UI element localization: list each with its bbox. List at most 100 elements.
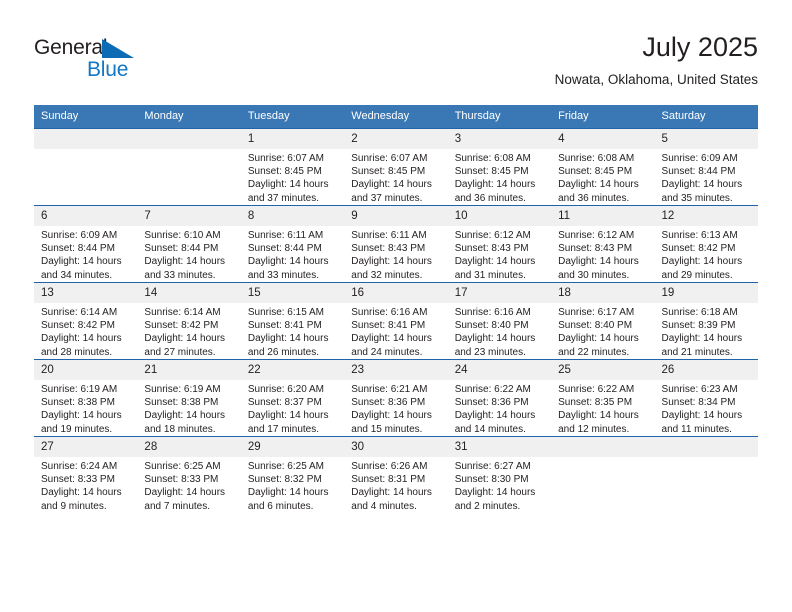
triangle-icon [102, 39, 134, 58]
daylight-text-line2: and 27 minutes. [144, 346, 216, 358]
daylight-text-line2: and 11 minutes. [661, 423, 732, 435]
sunset-text: Sunset: 8:45 PM [247, 166, 322, 178]
sunrise-text: Sunrise: 6:27 AM [454, 461, 531, 472]
sunrise-text: Sunrise: 6:26 AM [351, 461, 428, 472]
sunset-text: Sunset: 8:44 PM [144, 243, 219, 255]
daylight-text-line1: Daylight: 14 hours [558, 179, 639, 191]
sunset-text: Sunset: 8:42 PM [661, 243, 736, 255]
day-details: Sunrise: 6:11 AM Sunset: 8:43 PM Daylight:… [344, 226, 447, 282]
daylight-text-line2: and 2 minutes. [454, 500, 521, 512]
daylight-text-line2: and 21 minutes. [661, 346, 733, 358]
day-cell[interactable]: 2 Sunrise: 6:07 AM Sunset: 8:45 PM Daylight… [344, 128, 448, 206]
daylight-text-line1: Daylight: 14 hours [351, 410, 432, 422]
logo-text-general: General [34, 36, 108, 59]
page-header: General Blue July 2025 Nowata, Oklahoma,… [34, 30, 758, 98]
daylight-text-line2: and 32 minutes. [351, 269, 423, 281]
sunset-text: Sunset: 8:33 PM [144, 474, 219, 486]
day-cell[interactable]: 19 Sunrise: 6:18 AM Sunset: 8:39 PM Dayligh… [654, 282, 758, 360]
day-number: 8 [240, 206, 345, 226]
location-subtitle: Nowata, Oklahoma, United States [554, 72, 758, 87]
weekday-header-wednesday: Wednesday [344, 105, 448, 129]
sunrise-text: Sunrise: 6:19 AM [41, 384, 118, 395]
day-cell[interactable]: 27 Sunrise: 6:24 AM Sunset: 8:33 PM Dayligh… [34, 436, 138, 513]
day-details: Sunrise: 6:08 AM Sunset: 8:45 PM Daylight:… [448, 149, 551, 205]
daylight-text-line1: Daylight: 14 hours [247, 179, 329, 191]
day-cell[interactable]: 14 Sunrise: 6:14 AM Sunset: 8:42 PM Dayligh… [137, 282, 241, 360]
sunrise-text: Sunrise: 6:25 AM [144, 461, 221, 472]
day-cell[interactable]: 20 Sunrise: 6:19 AM Sunset: 8:38 PM Dayligh… [34, 359, 138, 437]
day-cell[interactable]: 3 Sunrise: 6:08 AM Sunset: 8:45 PM Daylight… [447, 128, 552, 206]
sunset-text: Sunset: 8:40 PM [454, 320, 529, 332]
daylight-text-line1: Daylight: 14 hours [661, 410, 743, 422]
sunset-text: Sunset: 8:38 PM [41, 397, 115, 409]
daylight-text-line1: Daylight: 14 hours [247, 487, 329, 499]
day-number: 18 [551, 283, 655, 303]
calendar-week-row: 20 Sunrise: 6:19 AM Sunset: 8:38 PM Dayligh… [34, 359, 758, 437]
day-cell[interactable]: 15 Sunrise: 6:15 AM Sunset: 8:41 PM Dayligh… [240, 282, 345, 360]
daylight-text-line2: and 23 minutes. [454, 346, 526, 358]
day-cell[interactable] [34, 128, 138, 206]
sunrise-text: Sunrise: 6:17 AM [558, 307, 635, 318]
day-details: Sunrise: 6:16 AM Sunset: 8:41 PM Daylight:… [344, 303, 447, 359]
day-cell[interactable]: 9 Sunrise: 6:11 AM Sunset: 8:43 PM Daylight… [344, 205, 448, 283]
daylight-text-line1: Daylight: 14 hours [41, 487, 122, 499]
day-number: 6 [34, 206, 138, 226]
day-cell[interactable]: 18 Sunrise: 6:17 AM Sunset: 8:40 PM Dayligh… [551, 282, 655, 360]
day-cell[interactable]: 1 Sunrise: 6:07 AM Sunset: 8:45 PM Daylight… [240, 128, 345, 206]
day-cell[interactable]: 26 Sunrise: 6:23 AM Sunset: 8:34 PM Dayligh… [654, 359, 758, 437]
day-cell[interactable]: 10 Sunrise: 6:12 AM Sunset: 8:43 PM Dayligh… [447, 205, 552, 283]
daylight-text-line1: Daylight: 14 hours [41, 256, 122, 268]
sunset-text: Sunset: 8:41 PM [351, 320, 426, 332]
day-details: Sunrise: 6:21 AM Sunset: 8:36 PM Daylight:… [344, 380, 447, 436]
day-number [34, 129, 138, 149]
daylight-text-line2: and 12 minutes. [558, 423, 630, 435]
calendar-week-row: 1 Sunrise: 6:07 AM Sunset: 8:45 PM Daylight… [34, 128, 758, 206]
day-cell[interactable]: 4 Sunrise: 6:08 AM Sunset: 8:45 PM Daylight… [551, 128, 655, 206]
logo[interactable]: General Blue [34, 36, 164, 84]
daylight-text-line2: and 31 minutes. [454, 269, 526, 281]
sunrise-text: Sunrise: 6:09 AM [41, 230, 118, 241]
day-number: 5 [654, 129, 758, 149]
day-cell[interactable]: 29 Sunrise: 6:25 AM Sunset: 8:32 PM Dayligh… [240, 436, 345, 513]
day-number: 17 [447, 283, 552, 303]
daylight-text-line1: Daylight: 14 hours [351, 256, 432, 268]
day-details: Sunrise: 6:07 AM Sunset: 8:45 PM Daylight:… [344, 149, 447, 205]
daylight-text-line2: and 33 minutes. [144, 269, 216, 281]
day-cell[interactable]: 31 Sunrise: 6:27 AM Sunset: 8:30 PM Dayligh… [447, 436, 552, 513]
day-cell[interactable] [654, 436, 758, 513]
sunrise-text: Sunrise: 6:24 AM [41, 461, 118, 472]
day-cell[interactable]: 23 Sunrise: 6:21 AM Sunset: 8:36 PM Dayligh… [344, 359, 448, 437]
day-cell[interactable]: 17 Sunrise: 6:16 AM Sunset: 8:40 PM Dayligh… [447, 282, 552, 360]
day-cell[interactable]: 13 Sunrise: 6:14 AM Sunset: 8:42 PM Dayligh… [34, 282, 138, 360]
sunrise-text: Sunrise: 6:20 AM [247, 384, 324, 395]
daylight-text-line2: and 24 minutes. [351, 346, 423, 358]
day-cell[interactable]: 22 Sunrise: 6:20 AM Sunset: 8:37 PM Dayligh… [240, 359, 345, 437]
day-cell[interactable] [137, 128, 241, 206]
day-cell[interactable] [551, 436, 655, 513]
sunset-text: Sunset: 8:45 PM [558, 166, 633, 178]
day-details: Sunrise: 6:15 AM Sunset: 8:41 PM Daylight:… [241, 303, 344, 359]
day-cell[interactable]: 21 Sunrise: 6:19 AM Sunset: 8:38 PM Dayligh… [137, 359, 241, 437]
sunset-text: Sunset: 8:32 PM [247, 474, 322, 486]
daylight-text-line2: and 37 minutes. [351, 192, 423, 204]
day-number: 16 [344, 283, 448, 303]
day-cell[interactable]: 28 Sunrise: 6:25 AM Sunset: 8:33 PM Dayligh… [137, 436, 241, 513]
day-cell[interactable]: 12 Sunrise: 6:13 AM Sunset: 8:42 PM Dayligh… [654, 205, 758, 283]
sunrise-text: Sunrise: 6:14 AM [41, 307, 118, 318]
daylight-text-line2: and 14 minutes. [454, 423, 526, 435]
day-cell[interactable]: 8 Sunrise: 6:11 AM Sunset: 8:44 PM Daylight… [240, 205, 345, 283]
day-details: Sunrise: 6:14 AM Sunset: 8:42 PM Daylight:… [137, 303, 240, 359]
day-cell[interactable]: 16 Sunrise: 6:16 AM Sunset: 8:41 PM Dayligh… [344, 282, 448, 360]
day-cell[interactable]: 11 Sunrise: 6:12 AM Sunset: 8:43 PM Dayligh… [551, 205, 655, 283]
calendar-page: General Blue July 2025 Nowata, Oklahoma,… [0, 0, 792, 612]
sunrise-text: Sunrise: 6:11 AM [247, 230, 324, 241]
day-cell[interactable]: 7 Sunrise: 6:10 AM Sunset: 8:44 PM Daylight… [137, 205, 241, 283]
day-cell[interactable]: 30 Sunrise: 6:26 AM Sunset: 8:31 PM Dayligh… [344, 436, 448, 513]
sunset-text: Sunset: 8:45 PM [351, 166, 426, 178]
day-cell[interactable]: 5 Sunrise: 6:09 AM Sunset: 8:44 PM Daylight… [654, 128, 758, 206]
daylight-text-line1: Daylight: 14 hours [558, 333, 639, 345]
day-cell[interactable]: 6 Sunrise: 6:09 AM Sunset: 8:44 PM Daylight… [34, 205, 138, 283]
day-cell[interactable]: 24 Sunrise: 6:22 AM Sunset: 8:36 PM Dayligh… [447, 359, 552, 437]
daylight-text-line2: and 29 minutes. [661, 269, 733, 281]
day-cell[interactable]: 25 Sunrise: 6:22 AM Sunset: 8:35 PM Dayligh… [551, 359, 655, 437]
